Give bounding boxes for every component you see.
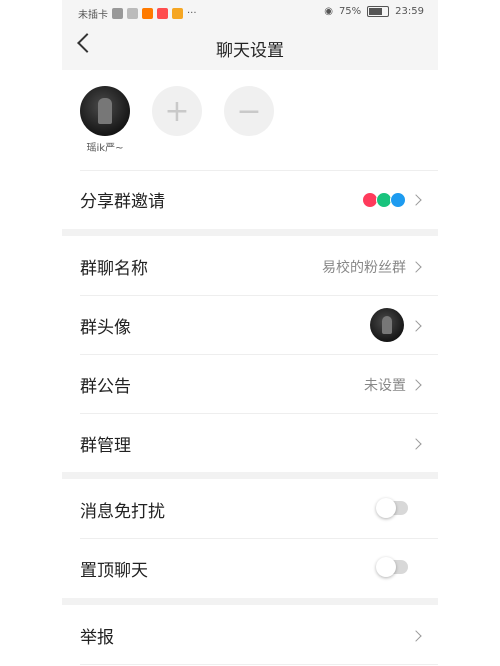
pin-chat-toggle[interactable] <box>376 557 408 577</box>
remove-member-button[interactable]: − <box>224 86 274 136</box>
section-gap <box>62 229 438 236</box>
plus-icon[interactable]: + <box>152 86 202 136</box>
divider <box>80 170 438 171</box>
report-label: 举报 <box>80 628 114 648</box>
group-avatar-row[interactable]: 群头像 <box>62 296 438 354</box>
nav-bar: 聊天设置 <box>62 24 438 70</box>
battery-percent: 75% <box>338 6 362 17</box>
management-row[interactable]: 群管理 <box>62 414 438 472</box>
pin-chat-label: 置顶聊天 <box>80 561 148 581</box>
wifi-icon <box>127 8 138 19</box>
announcement-label: 群公告 <box>80 377 131 397</box>
report-row[interactable]: 举报 <box>62 606 438 664</box>
phone-screen: 未插卡 ··· ◉ 75% 23:59 聊天设置 瑶ik严~ + − 分享群邀请… <box>62 0 438 666</box>
eye-icon: ◉ <box>324 6 333 17</box>
pin-chat-row: 置顶聊天 <box>62 539 438 597</box>
app-icon <box>142 8 153 19</box>
share-invite-row[interactable]: 分享群邀请 <box>62 170 438 228</box>
dnd-label: 消息免打扰 <box>80 502 165 522</box>
status-bar: 未插卡 ··· ◉ 75% 23:59 <box>62 0 438 24</box>
divider <box>80 664 438 665</box>
announcement-value: 未设置 <box>364 378 406 394</box>
section-gap <box>62 472 438 479</box>
group-name-value: 易校的粉丝群 <box>322 260 406 276</box>
sim-icon <box>112 8 123 19</box>
member-strip: 瑶ik严~ + − <box>62 70 438 170</box>
more-notifications-icon: ··· <box>187 8 197 19</box>
group-name-label: 群聊名称 <box>80 259 148 279</box>
member-name: 瑶ik严~ <box>86 143 124 154</box>
announcement-row[interactable]: 群公告 未设置 <box>62 355 438 413</box>
battery-icon <box>367 6 390 17</box>
member-item[interactable]: 瑶ik严~ <box>80 86 130 154</box>
chevron-right-icon <box>410 438 422 450</box>
chevron-right-icon <box>410 194 422 206</box>
member-avatar[interactable] <box>80 86 130 136</box>
app-icon <box>157 8 168 19</box>
share-platform-icons <box>362 192 406 208</box>
qq-icon <box>390 192 406 208</box>
add-member-button[interactable]: + <box>152 86 202 136</box>
dnd-toggle[interactable] <box>376 498 408 518</box>
minus-icon[interactable]: − <box>224 86 274 136</box>
dnd-row: 消息免打扰 <box>62 480 438 538</box>
chevron-right-icon <box>410 320 422 332</box>
share-invite-label: 分享群邀请 <box>80 192 165 212</box>
clock: 23:59 <box>395 6 424 17</box>
section-gap <box>62 598 438 605</box>
page-title: 聊天设置 <box>216 41 284 61</box>
group-name-row[interactable]: 群聊名称 易校的粉丝群 <box>62 237 438 295</box>
chevron-right-icon <box>410 630 422 642</box>
chevron-right-icon <box>410 379 422 391</box>
chevron-right-icon <box>410 261 422 273</box>
group-avatar-label: 群头像 <box>80 318 131 338</box>
management-label: 群管理 <box>80 436 131 456</box>
weibo-icon <box>172 8 183 19</box>
carrier-label: 未插卡 <box>78 10 108 21</box>
group-avatar-thumbnail <box>370 308 404 342</box>
